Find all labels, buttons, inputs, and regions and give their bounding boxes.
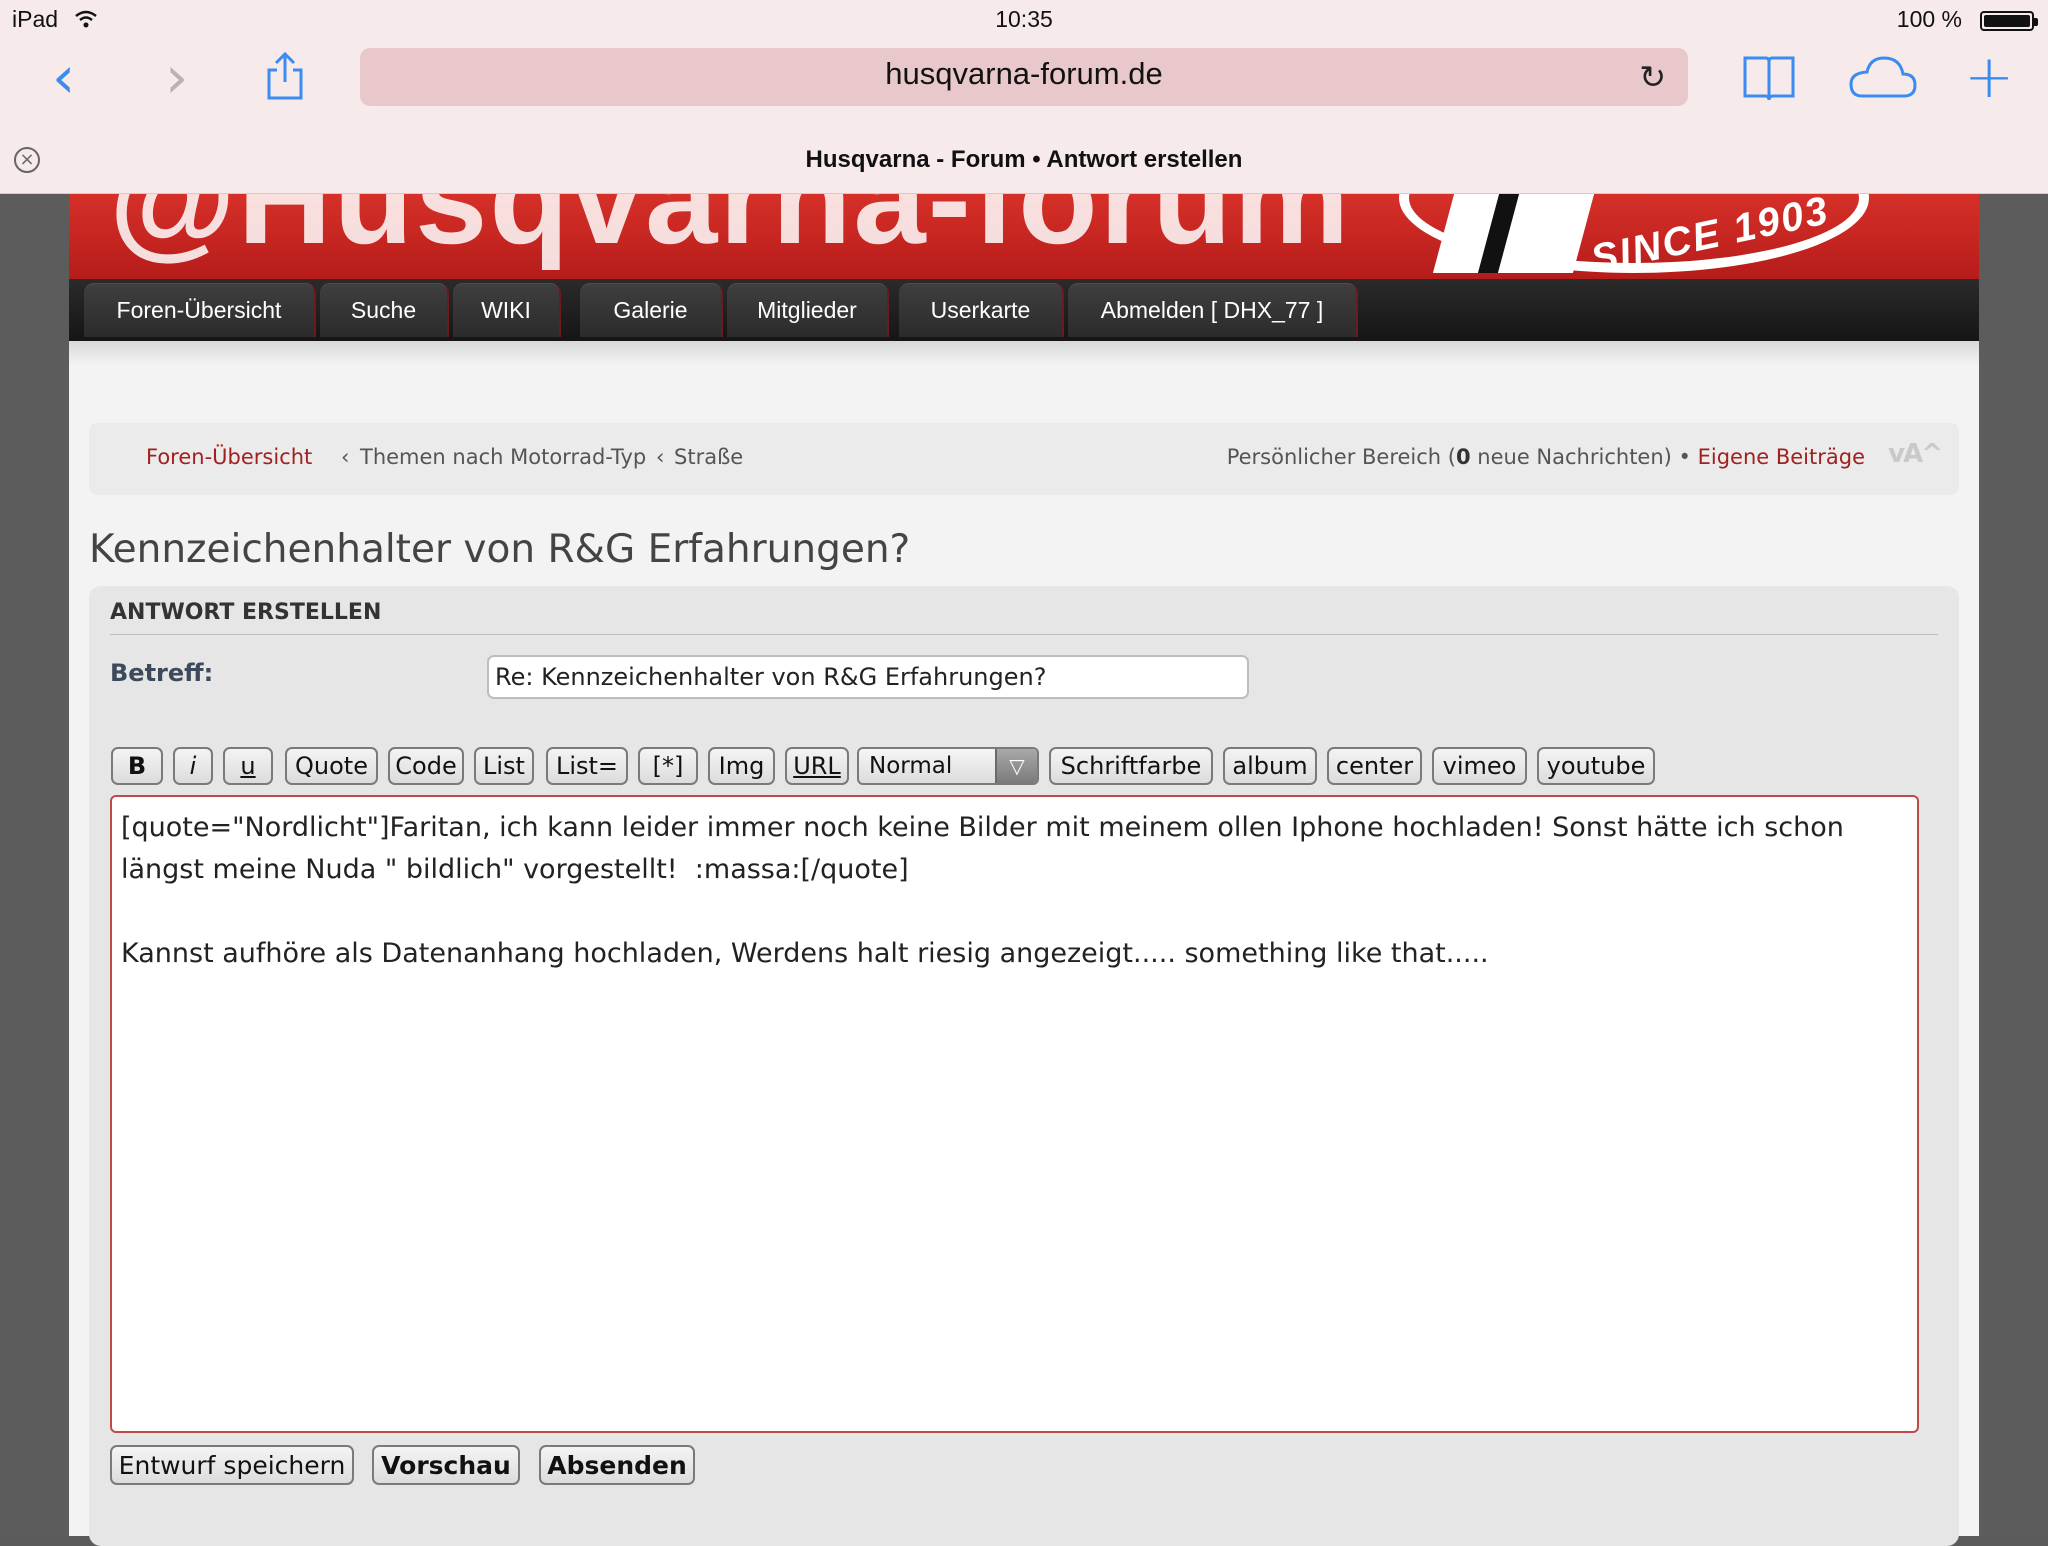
preview-button[interactable]: Vorschau: [372, 1445, 520, 1485]
subject-input[interactable]: [487, 655, 1249, 699]
italic-button[interactable]: i: [173, 747, 213, 785]
url-button[interactable]: URL: [785, 747, 849, 785]
album-button[interactable]: album: [1223, 747, 1317, 785]
reload-icon[interactable]: ↻: [1639, 58, 1666, 96]
subject-label: Betreff:: [110, 659, 214, 687]
share-icon[interactable]: [265, 52, 305, 100]
bold-button[interactable]: B: [111, 747, 163, 785]
divider: [110, 634, 1938, 635]
breadcrumb: Foren-Übersicht ‹ Themen nach Motorrad-T…: [89, 423, 1959, 495]
battery-icon: [1980, 11, 2038, 31]
new-messages-count: 0: [1456, 445, 1471, 469]
personal-area-link[interactable]: Persönlicher Bereich (: [1227, 445, 1456, 469]
url-text: husqvarna-forum.de: [885, 56, 1163, 91]
message-textarea[interactable]: [quote="Nordlicht"]Faritan, ich kann lei…: [110, 795, 1919, 1433]
font-size-select[interactable]: Normal ▽: [857, 747, 1039, 785]
list-ordered-button[interactable]: List=: [546, 747, 628, 785]
page-title: Kennzeichenhalter von R&G Erfahrungen?: [89, 527, 911, 572]
cloud-icon[interactable]: [1848, 54, 1918, 100]
image-button[interactable]: Img: [708, 747, 775, 785]
breadcrumb-separator: ‹: [341, 445, 350, 469]
font-color-button[interactable]: Schriftfarbe: [1049, 747, 1213, 785]
save-draft-button[interactable]: Entwurf speichern: [110, 1445, 354, 1485]
forum-page: @Husqvarna-forum SINCE 1903 Foren-Übersi…: [69, 193, 1979, 1546]
reply-form-panel: ANTWORT ERSTELLEN Betreff: B i u Quote C…: [89, 586, 1959, 1546]
nav-tab-galerie[interactable]: Galerie: [580, 283, 723, 337]
nav-tab-foren-uebersicht[interactable]: Foren-Übersicht: [84, 283, 316, 337]
breadcrumb-themen-link[interactable]: Themen nach Motorrad-Typ: [360, 445, 646, 469]
list-item-button[interactable]: [*]: [638, 747, 698, 785]
font-size-icon[interactable]: vA^: [1888, 439, 1943, 469]
center-button[interactable]: center: [1327, 747, 1422, 785]
personal-area-suffix: neue Nachrichten) •: [1470, 445, 1698, 469]
breadcrumb-strasse-link[interactable]: Straße: [674, 445, 743, 469]
breadcrumb-home-link[interactable]: Foren-Übersicht: [146, 445, 312, 469]
nav-tab-userkarte[interactable]: Userkarte: [899, 283, 1064, 337]
font-size-value: Normal: [869, 753, 953, 779]
list-button[interactable]: List: [474, 747, 534, 785]
quote-button[interactable]: Quote: [285, 747, 378, 785]
nav-tab-abmelden[interactable]: Abmelden [ DHX_77 ]: [1068, 283, 1358, 337]
site-logo[interactable]: @Husqvarna-forum: [109, 193, 1351, 273]
youtube-button[interactable]: youtube: [1537, 747, 1655, 785]
chevron-down-icon: ▽: [995, 749, 1037, 783]
page-gutter-right: [1979, 193, 2048, 1536]
status-time: 10:35: [995, 6, 1053, 32]
breadcrumb-separator: ‹: [656, 445, 665, 469]
nav-tab-wiki[interactable]: WIKI: [453, 283, 561, 337]
page-gutter-left: [0, 193, 69, 1536]
underline-button[interactable]: u: [223, 747, 273, 785]
code-button[interactable]: Code: [388, 747, 464, 785]
nav-tab-suche[interactable]: Suche: [320, 283, 449, 337]
site-banner: @Husqvarna-forum SINCE 1903: [69, 193, 1979, 279]
own-posts-link[interactable]: Eigene Beiträge: [1698, 445, 1865, 469]
back-icon[interactable]: ‹: [52, 48, 75, 106]
panel-heading: ANTWORT ERSTELLEN: [110, 600, 382, 625]
vimeo-button[interactable]: vimeo: [1432, 747, 1527, 785]
navbar-shadow: [69, 341, 1979, 365]
submit-button[interactable]: Absenden: [539, 1445, 695, 1485]
personal-area: Persönlicher Bereich (0 neue Nachrichten…: [1227, 445, 1865, 469]
new-tab-icon[interactable]: +: [1964, 47, 2014, 107]
browser-chrome: iPad 10:35 100 % ‹ › husqvarna-forum.de …: [0, 0, 2048, 194]
forward-icon[interactable]: ›: [165, 48, 188, 106]
address-bar[interactable]: husqvarna-forum.de ↻: [360, 48, 1688, 106]
battery-percent: 100 %: [1896, 6, 1962, 32]
bookmarks-icon[interactable]: [1742, 54, 1796, 102]
nav-tab-mitglieder[interactable]: Mitglieder: [727, 283, 889, 337]
tab-title: Husqvarna - Forum • Antwort erstellen: [805, 146, 1243, 173]
battery-fill: [1984, 15, 2030, 27]
